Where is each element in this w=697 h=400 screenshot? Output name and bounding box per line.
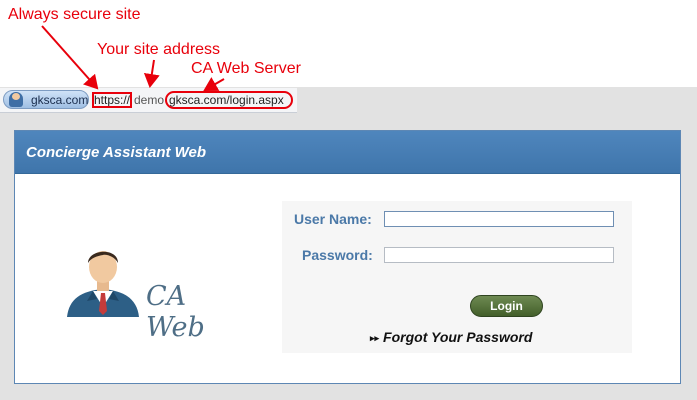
login-form: User Name: Password: Login ▸▸ Forgot Your…: [282, 201, 632, 353]
username-label: User Name:: [294, 211, 372, 227]
arrow-secure: [41, 25, 99, 90]
username-input[interactable]: [384, 211, 614, 227]
arrow-address: [143, 59, 160, 88]
annotation-address: Your site address: [97, 41, 221, 58]
panel-header: Concierge Assistant Web: [15, 131, 680, 174]
url-subdomain: demo: [134, 93, 165, 107]
password-label: Password:: [302, 247, 373, 263]
highlight-protocol-box: [92, 92, 132, 108]
site-identity-button[interactable]: gksca.com: [3, 90, 89, 109]
login-button[interactable]: Login: [470, 295, 543, 317]
login-panel: Concierge Assistant Web CA Web User Name…: [14, 130, 681, 384]
double-arrow-icon: ▸▸: [370, 332, 380, 343]
ca-web-logo: CA Web: [63, 241, 253, 343]
annotation-server: CA Web Server: [191, 60, 301, 77]
logo-text: CA Web: [146, 281, 205, 343]
panel-title: Concierge Assistant Web: [26, 144, 207, 161]
highlight-server-oval: [165, 91, 293, 109]
annotation-secure: Always secure site: [8, 6, 141, 23]
forgot-password-label: Forgot Your Password: [383, 329, 533, 345]
password-input[interactable]: [384, 247, 614, 263]
user-avatar-icon: [9, 92, 23, 107]
forgot-password-link[interactable]: ▸▸ Forgot Your Password: [370, 329, 532, 345]
site-identity-label: gksca.com: [31, 93, 89, 107]
businessman-icon: [67, 251, 139, 317]
